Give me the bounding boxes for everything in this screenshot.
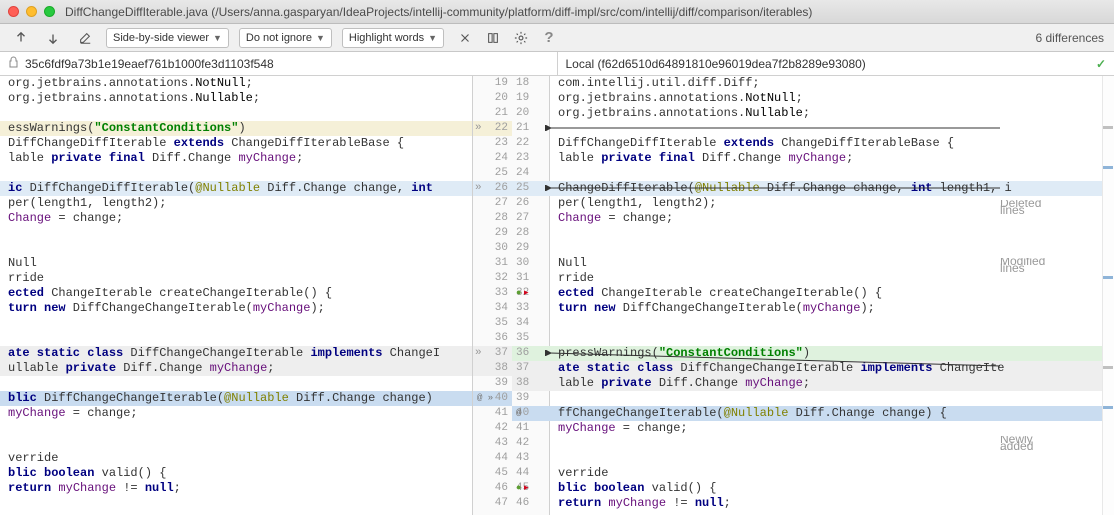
line-number: 43	[473, 436, 512, 451]
code-line[interactable]: verride	[0, 451, 472, 466]
line-number: 42	[473, 421, 512, 436]
code-line[interactable]	[0, 436, 472, 451]
left-revision-label: 35c6fdf9a73b1e19eaef761b1000fe3d1103f548	[25, 57, 274, 71]
line-number: 28	[473, 211, 512, 226]
chevron-down-icon: ▼	[428, 33, 437, 43]
code-line[interactable]	[0, 421, 472, 436]
line-number: 19	[473, 76, 512, 91]
diff-panes: org.jetbrains.annotations.NotNull;org.je…	[0, 76, 1114, 515]
diff-connector-lines	[540, 76, 1100, 516]
checkmark-icon: ✓	[1096, 57, 1106, 71]
next-diff-button[interactable]	[42, 28, 64, 48]
line-number: »22	[473, 121, 512, 136]
line-number: 25	[473, 166, 512, 181]
line-number: 33	[473, 286, 512, 301]
code-line[interactable]: turn new DiffChangeChangeIterable(myChan…	[0, 301, 472, 316]
code-line[interactable]: essWarnings("ConstantConditions")	[0, 121, 472, 136]
readonly-lock-icon	[8, 56, 19, 71]
line-number: 23	[473, 136, 512, 151]
line-number: 39	[473, 376, 512, 391]
line-number: 31	[473, 256, 512, 271]
minimize-window-button[interactable]	[26, 6, 37, 17]
right-pane-header: Local (f62d6510d64891810e96019dea7f2b828…	[557, 52, 1114, 75]
code-line[interactable]: org.jetbrains.annotations.Nullable;	[0, 91, 472, 106]
line-number: 36	[473, 331, 512, 346]
diff-count: 6 differences	[1036, 31, 1105, 45]
line-number: 24	[473, 151, 512, 166]
line-number: 21	[473, 106, 512, 121]
code-line[interactable]: blic DiffChangeChangeIterable(@Nullable …	[0, 391, 472, 406]
chevron-down-icon: ▼	[316, 33, 325, 43]
ignore-mode-label: Do not ignore	[246, 32, 312, 44]
code-line[interactable]: Null	[0, 256, 472, 271]
line-number: 41	[473, 406, 512, 421]
title-bar: DiffChangeDiffIterable.java (/Users/anna…	[0, 0, 1114, 24]
line-number: 34	[473, 301, 512, 316]
help-button[interactable]: ?	[538, 28, 560, 48]
ignore-mode-select[interactable]: Do not ignore ▼	[239, 28, 332, 48]
code-line[interactable]	[0, 496, 472, 511]
line-number: 27	[473, 196, 512, 211]
prev-diff-button[interactable]	[10, 28, 32, 48]
pane-headers: 35c6fdf9a73b1e19eaef761b1000fe3d1103f548…	[0, 52, 1114, 76]
code-line[interactable]	[0, 226, 472, 241]
line-number: »26	[473, 181, 512, 196]
code-line[interactable]: ate static class DiffChangeChangeIterabl…	[0, 346, 472, 361]
diff-toolbar: Side-by-side viewer ▼ Do not ignore ▼ Hi…	[0, 24, 1114, 52]
overview-ruler[interactable]	[1102, 76, 1114, 515]
code-line[interactable]: DiffChangeDiffIterable extends ChangeDif…	[0, 136, 472, 151]
code-line[interactable]	[0, 331, 472, 346]
code-line[interactable]: per(length1, length2);	[0, 196, 472, 211]
code-line[interactable]: ected ChangeIterable createChangeIterabl…	[0, 286, 472, 301]
line-number: 35	[473, 316, 512, 331]
code-line[interactable]	[0, 106, 472, 121]
annotation-label: Newly added lines	[1000, 436, 1033, 450]
edit-source-button[interactable]	[74, 28, 96, 48]
code-line[interactable]: rride	[0, 271, 472, 286]
close-window-button[interactable]	[8, 6, 19, 17]
viewer-mode-label: Side-by-side viewer	[113, 32, 209, 44]
line-number: 20	[473, 91, 512, 106]
chevron-down-icon: ▼	[213, 33, 222, 43]
zoom-window-button[interactable]	[44, 6, 55, 17]
line-number: 47	[473, 496, 512, 511]
code-line[interactable]: ullable private Diff.Change myChange;	[0, 361, 472, 376]
collapse-unchanged-button[interactable]	[454, 28, 476, 48]
highlight-mode-select[interactable]: Highlight words ▼	[342, 28, 444, 48]
code-line[interactable]: blic boolean valid() {	[0, 466, 472, 481]
code-line[interactable]	[0, 241, 472, 256]
code-line[interactable]	[0, 316, 472, 331]
left-pane-header: 35c6fdf9a73b1e19eaef761b1000fe3d1103f548	[0, 52, 557, 75]
line-number: 38	[473, 361, 512, 376]
window-controls	[8, 6, 55, 17]
line-number: »37	[473, 346, 512, 361]
line-number: @ »40	[473, 391, 512, 406]
code-line[interactable]: myChange = change;	[0, 406, 472, 421]
line-number: 46	[473, 481, 512, 496]
annotation-label: Modified lines	[1000, 258, 1045, 272]
line-number-gutter: 192021»22232425»2627282930313233343536»3…	[472, 76, 550, 515]
code-line[interactable]: lable private final Diff.Change myChange…	[0, 151, 472, 166]
settings-button[interactable]	[510, 28, 532, 48]
left-code-pane[interactable]: org.jetbrains.annotations.NotNull;org.je…	[0, 76, 472, 515]
code-line[interactable]: org.jetbrains.annotations.NotNull;	[0, 76, 472, 91]
line-number: 29	[473, 226, 512, 241]
window-title: DiffChangeDiffIterable.java (/Users/anna…	[65, 5, 812, 19]
highlight-mode-label: Highlight words	[349, 32, 424, 44]
line-number: 44	[473, 451, 512, 466]
code-line[interactable]: ic DiffChangeDiffIterable(@Nullable Diff…	[0, 181, 472, 196]
viewer-mode-select[interactable]: Side-by-side viewer ▼	[106, 28, 229, 48]
code-line[interactable]	[0, 166, 472, 181]
code-line[interactable]	[0, 376, 472, 391]
line-number: 30	[473, 241, 512, 256]
sync-scroll-button[interactable]	[482, 28, 504, 48]
annotation-label: Deleted lines	[1000, 200, 1041, 214]
right-revision-label: Local (f62d6510d64891810e96019dea7f2b828…	[566, 57, 866, 71]
line-number: 32	[473, 271, 512, 286]
code-line[interactable]: Change = change;	[0, 211, 472, 226]
line-number: 45	[473, 466, 512, 481]
code-line[interactable]: return myChange != null;	[0, 481, 472, 496]
